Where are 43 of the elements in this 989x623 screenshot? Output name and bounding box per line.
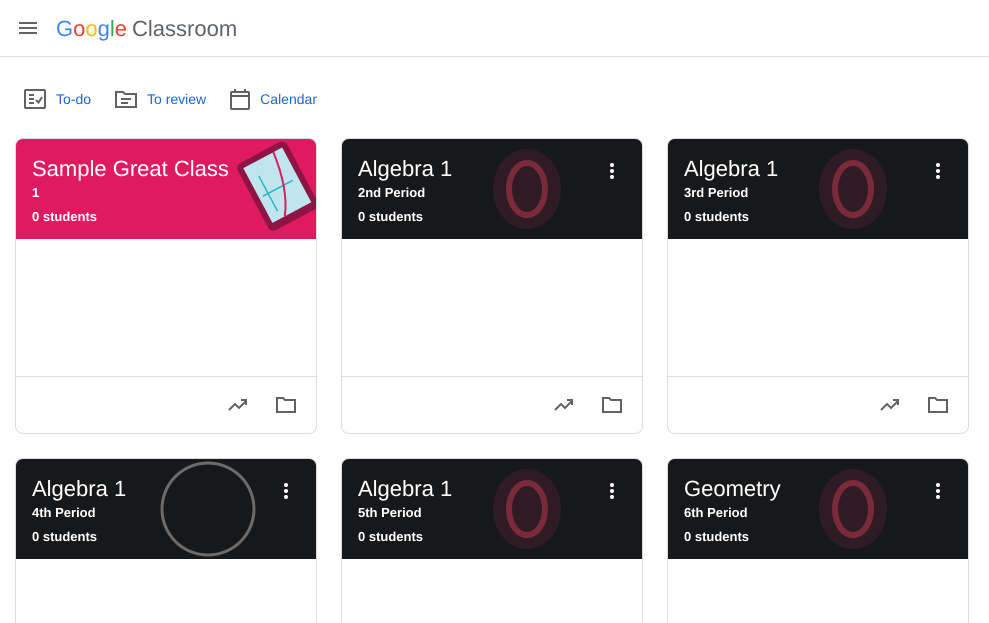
class-section: 4th Period xyxy=(32,503,96,523)
folder-icon xyxy=(276,397,296,413)
class-title[interactable]: Algebra 1 xyxy=(684,155,778,183)
class-section: 2nd Period xyxy=(358,183,426,203)
nav-link[interactable]: Calendar xyxy=(230,88,317,110)
more-vertical-icon xyxy=(610,483,614,499)
folder-icon xyxy=(115,90,138,108)
trending-up-icon xyxy=(880,399,900,411)
class-section: 5th Period xyxy=(358,503,422,523)
class-title[interactable]: Algebra 1 xyxy=(358,475,452,503)
checklist-icon xyxy=(24,89,46,109)
nav-link[interactable]: To-do xyxy=(24,88,92,110)
card-banner[interactable]: Geometry 6th Period 0 students xyxy=(668,459,968,559)
nav-link[interactable]: To review xyxy=(115,88,206,110)
student-count: 0 students xyxy=(32,528,98,546)
class-title[interactable]: Sample Great Class xyxy=(32,155,229,183)
student-count: 0 students xyxy=(358,528,424,546)
class-section: 1 xyxy=(32,183,40,203)
card-banner[interactable]: Sample Great Class 1 0 students xyxy=(16,139,316,239)
more-vertical-icon xyxy=(936,163,940,179)
student-count: 0 students xyxy=(684,208,750,226)
class-title[interactable]: Algebra 1 xyxy=(358,155,452,183)
card-banner[interactable]: Algebra 1 5th Period 0 students xyxy=(342,459,642,559)
class-title[interactable]: Algebra 1 xyxy=(32,475,126,503)
class-section: 3rd Period xyxy=(684,183,748,203)
more-vertical-icon xyxy=(936,483,940,499)
folder-icon xyxy=(928,397,948,413)
trending-up-icon xyxy=(228,399,248,411)
classroom-logo[interactable]: Google Classroom xyxy=(56,12,238,44)
card-banner[interactable]: Algebra 1 3rd Period 0 students xyxy=(668,139,968,239)
calendar-icon xyxy=(230,88,250,110)
more-vertical-icon xyxy=(284,483,288,499)
class-section: 6th Period xyxy=(684,503,748,523)
student-count: 0 students xyxy=(684,528,750,546)
class-title[interactable]: Geometry xyxy=(684,475,781,503)
student-count: 0 students xyxy=(32,208,98,226)
more-vertical-icon xyxy=(610,163,614,179)
folder-icon xyxy=(602,397,622,413)
card-banner[interactable]: Algebra 1 4th Period 0 students xyxy=(16,459,316,559)
menu-icon xyxy=(19,22,37,34)
trending-up-icon xyxy=(554,399,574,411)
card-banner[interactable]: Algebra 1 2nd Period 0 students xyxy=(342,139,642,239)
student-count: 0 students xyxy=(358,208,424,226)
